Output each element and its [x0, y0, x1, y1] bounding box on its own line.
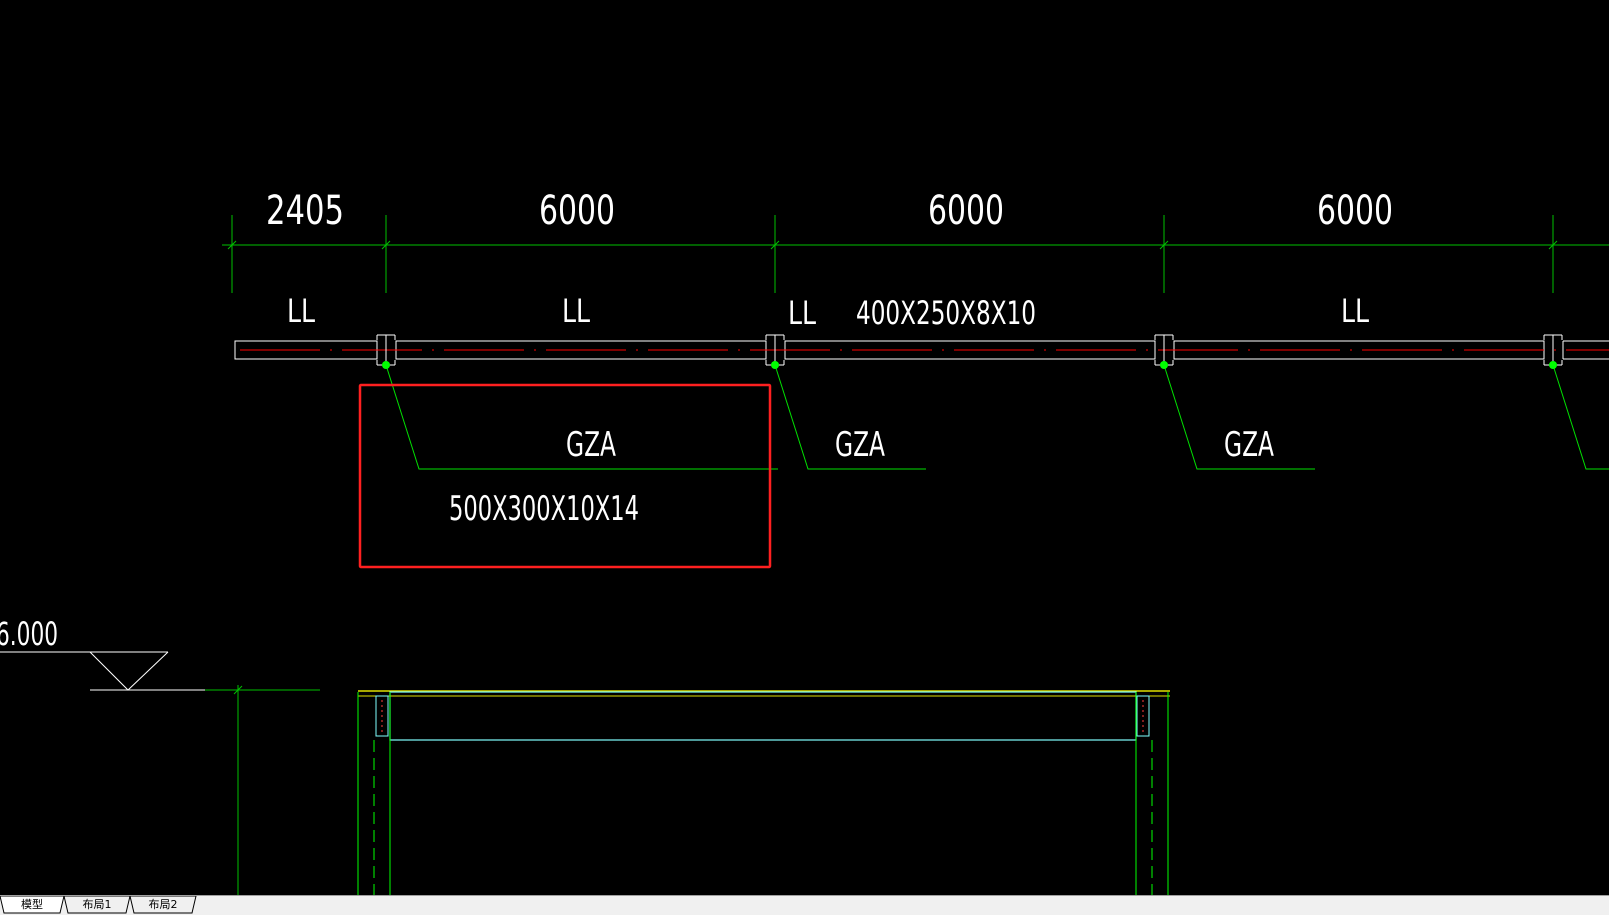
tab-label: 布局2: [148, 898, 178, 911]
beam-label-1: LL: [287, 292, 315, 330]
elevation-text: 6.000: [0, 615, 58, 653]
dimension-chain: [222, 215, 1609, 293]
elevation-symbol: [0, 651, 205, 691]
dimension-text-3: 6000: [928, 188, 1004, 234]
dimension-text-1: 2405: [266, 188, 344, 234]
tab-label: 模型: [21, 898, 43, 911]
highlight-box: [358, 383, 772, 569]
column-label-2: GZA: [835, 425, 885, 465]
beam-label-3: LL: [788, 294, 816, 332]
dimension-text-4: 6000: [1317, 188, 1393, 234]
tab-layout-1[interactable]: 布局1: [62, 896, 132, 914]
cad-viewport[interactable]: 2405 6000 6000 6000 LL LL LL 400X250X8X1…: [0, 0, 1609, 895]
beam-label-4: LL: [1341, 292, 1369, 330]
tab-model[interactable]: 模型: [0, 896, 64, 914]
elevation-dimension: [205, 685, 320, 895]
tab-label: 布局1: [82, 898, 112, 911]
beam-label-2: LL: [562, 292, 590, 330]
column-section-label: 500X300X10X14: [449, 489, 639, 529]
column-label-1: GZA: [566, 425, 616, 465]
tab-layout-2[interactable]: 布局2: [128, 896, 198, 914]
grip-points[interactable]: [382, 361, 1557, 369]
dimension-text-2: 6000: [539, 188, 615, 234]
drawing-canvas[interactable]: 2405 6000 6000 6000 LL LL LL 400X250X8X1…: [0, 0, 1609, 895]
layout-tab-bar: 模型 布局1 布局2: [0, 895, 1609, 915]
elevation-frame[interactable]: [357, 690, 1170, 895]
column-label-3: GZA: [1224, 425, 1274, 465]
beam-section-label: 400X250X8X10: [856, 294, 1036, 332]
beam-run[interactable]: [234, 340, 1609, 360]
